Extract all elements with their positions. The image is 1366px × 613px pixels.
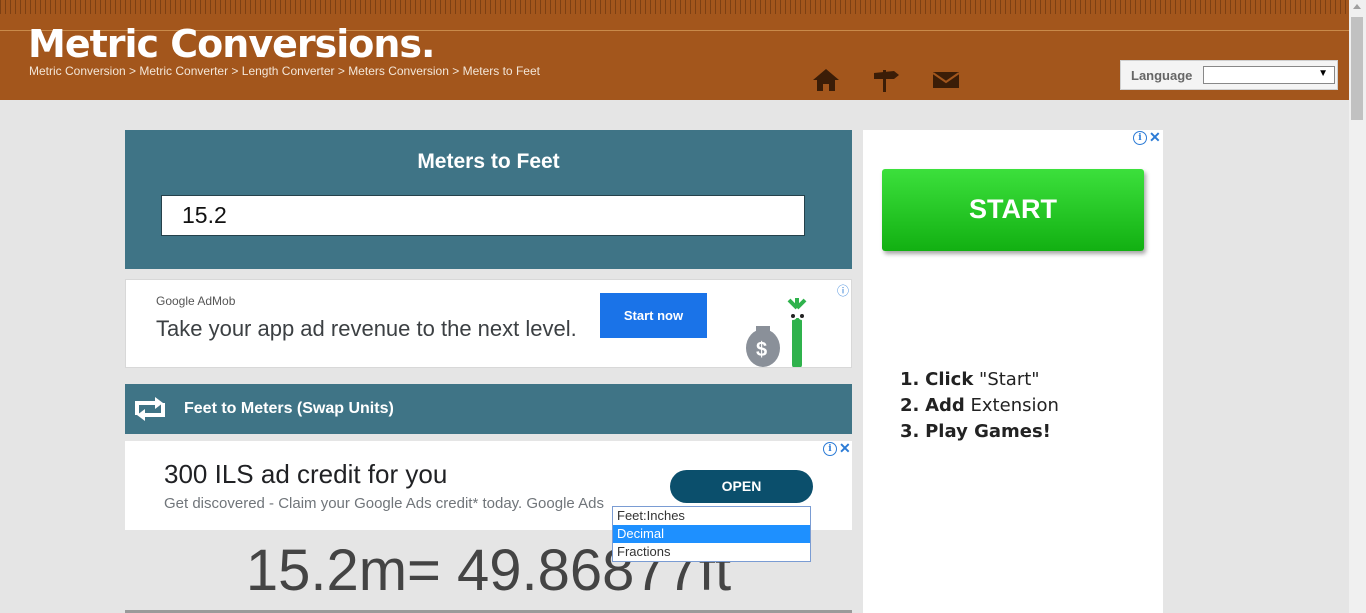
site-logo[interactable]: Metric Conversions. xyxy=(28,22,435,66)
ad-subtitle: Get discovered - Claim your Google Ads c… xyxy=(164,495,604,512)
ad-title: 300 ILS ad credit for you xyxy=(164,459,448,489)
format-option-decimal[interactable]: Decimal xyxy=(613,525,810,543)
ad-info-icon[interactable]: i xyxy=(1133,131,1147,145)
swap-units-label[interactable]: Feet to Meters (Swap Units) xyxy=(184,400,394,418)
step-rest: "Start" xyxy=(973,369,1040,390)
side-ad-steps: 1. Click "Start" 2. Add Extension 3. Pla… xyxy=(900,367,1059,445)
swap-arrows-icon xyxy=(131,395,169,428)
step-number: 3. xyxy=(900,421,920,442)
step-number: 1. xyxy=(900,369,920,390)
breadcrumb-meters-to-feet[interactable]: Meters to Feet xyxy=(463,64,540,78)
step-bold: Play Games! xyxy=(925,421,1051,442)
ad-close-icon[interactable]: ✕ xyxy=(1149,129,1161,146)
format-dropdown-list[interactable]: Feet:Inches Decimal Fractions xyxy=(612,506,811,562)
converter-title: Meters to Feet xyxy=(417,150,560,173)
money-bag-icon: $ xyxy=(741,296,821,367)
side-ad[interactable]: START 1. Click "Start" 2. Add Extension … xyxy=(863,130,1163,613)
breadcrumb-separator: > xyxy=(334,64,349,78)
site-header: Metric Conversions. Metric Conversion > … xyxy=(0,0,1349,100)
ad-headline: Take your app ad revenue to the next lev… xyxy=(156,316,577,341)
breadcrumb-separator: > xyxy=(125,64,140,78)
side-ad-start-button[interactable]: START xyxy=(882,169,1144,251)
language-label: Language xyxy=(1131,68,1193,83)
breadcrumb-metric-conversion[interactable]: Metric Conversion xyxy=(29,64,126,78)
signpost-icon[interactable] xyxy=(870,66,900,94)
step-1: 1. Click "Start" xyxy=(900,367,1059,393)
breadcrumb: Metric Conversion > Metric Converter > L… xyxy=(29,64,540,78)
ad-close-icon[interactable]: ✕ xyxy=(839,440,851,457)
language-selector: Language ▼ xyxy=(1120,60,1338,90)
swap-units-bar[interactable]: Feet to Meters (Swap Units) xyxy=(125,384,852,434)
mail-icon[interactable] xyxy=(931,66,961,94)
admob-ad-banner[interactable]: Google AdMob Take your app ad revenue to… xyxy=(125,279,852,368)
breadcrumb-length-converter[interactable]: Length Converter xyxy=(242,64,335,78)
breadcrumb-separator: > xyxy=(228,64,242,78)
step-bold: Click xyxy=(925,369,974,390)
page-scrollbar[interactable] xyxy=(1349,0,1366,613)
step-2: 2. Add Extension xyxy=(900,393,1059,419)
language-select[interactable]: ▼ xyxy=(1203,66,1335,84)
ruler-decoration xyxy=(0,0,1349,14)
step-rest: Extension xyxy=(964,395,1059,416)
ad-controls: i ✕ xyxy=(823,440,853,457)
breadcrumb-meters-conversion[interactable]: Meters Conversion xyxy=(348,64,449,78)
step-bold: Add xyxy=(925,395,965,416)
ad-brand: Google AdMob xyxy=(156,294,235,308)
svg-text:$: $ xyxy=(756,339,767,361)
home-icon[interactable] xyxy=(811,66,841,94)
ad-open-button[interactable]: OPEN xyxy=(670,470,813,503)
meters-input[interactable]: 15.2 xyxy=(161,195,805,236)
ad-info-icon[interactable]: ⓘ xyxy=(837,282,849,299)
dropdown-arrow-icon: ▼ xyxy=(1318,68,1328,79)
format-option-feet-inches[interactable]: Feet:Inches xyxy=(613,507,810,525)
scroll-thumb[interactable] xyxy=(1351,17,1363,120)
step-number: 2. xyxy=(900,395,920,416)
breadcrumb-metric-converter[interactable]: Metric Converter xyxy=(139,64,228,78)
ad-brand-google: Google xyxy=(156,294,195,308)
converter-panel: Meters to Feet 15.2 xyxy=(125,130,852,269)
ad-info-icon[interactable]: i xyxy=(823,442,837,456)
ad-brand-product: AdMob xyxy=(194,294,236,308)
side-ad-controls: i ✕ xyxy=(1133,129,1163,146)
step-3: 3. Play Games! xyxy=(900,419,1059,445)
scroll-up-arrow-icon[interactable] xyxy=(1353,4,1361,9)
ad-start-now-button[interactable]: Start now xyxy=(600,293,707,338)
breadcrumb-separator: > xyxy=(448,64,463,78)
format-option-fractions[interactable]: Fractions xyxy=(613,543,810,561)
